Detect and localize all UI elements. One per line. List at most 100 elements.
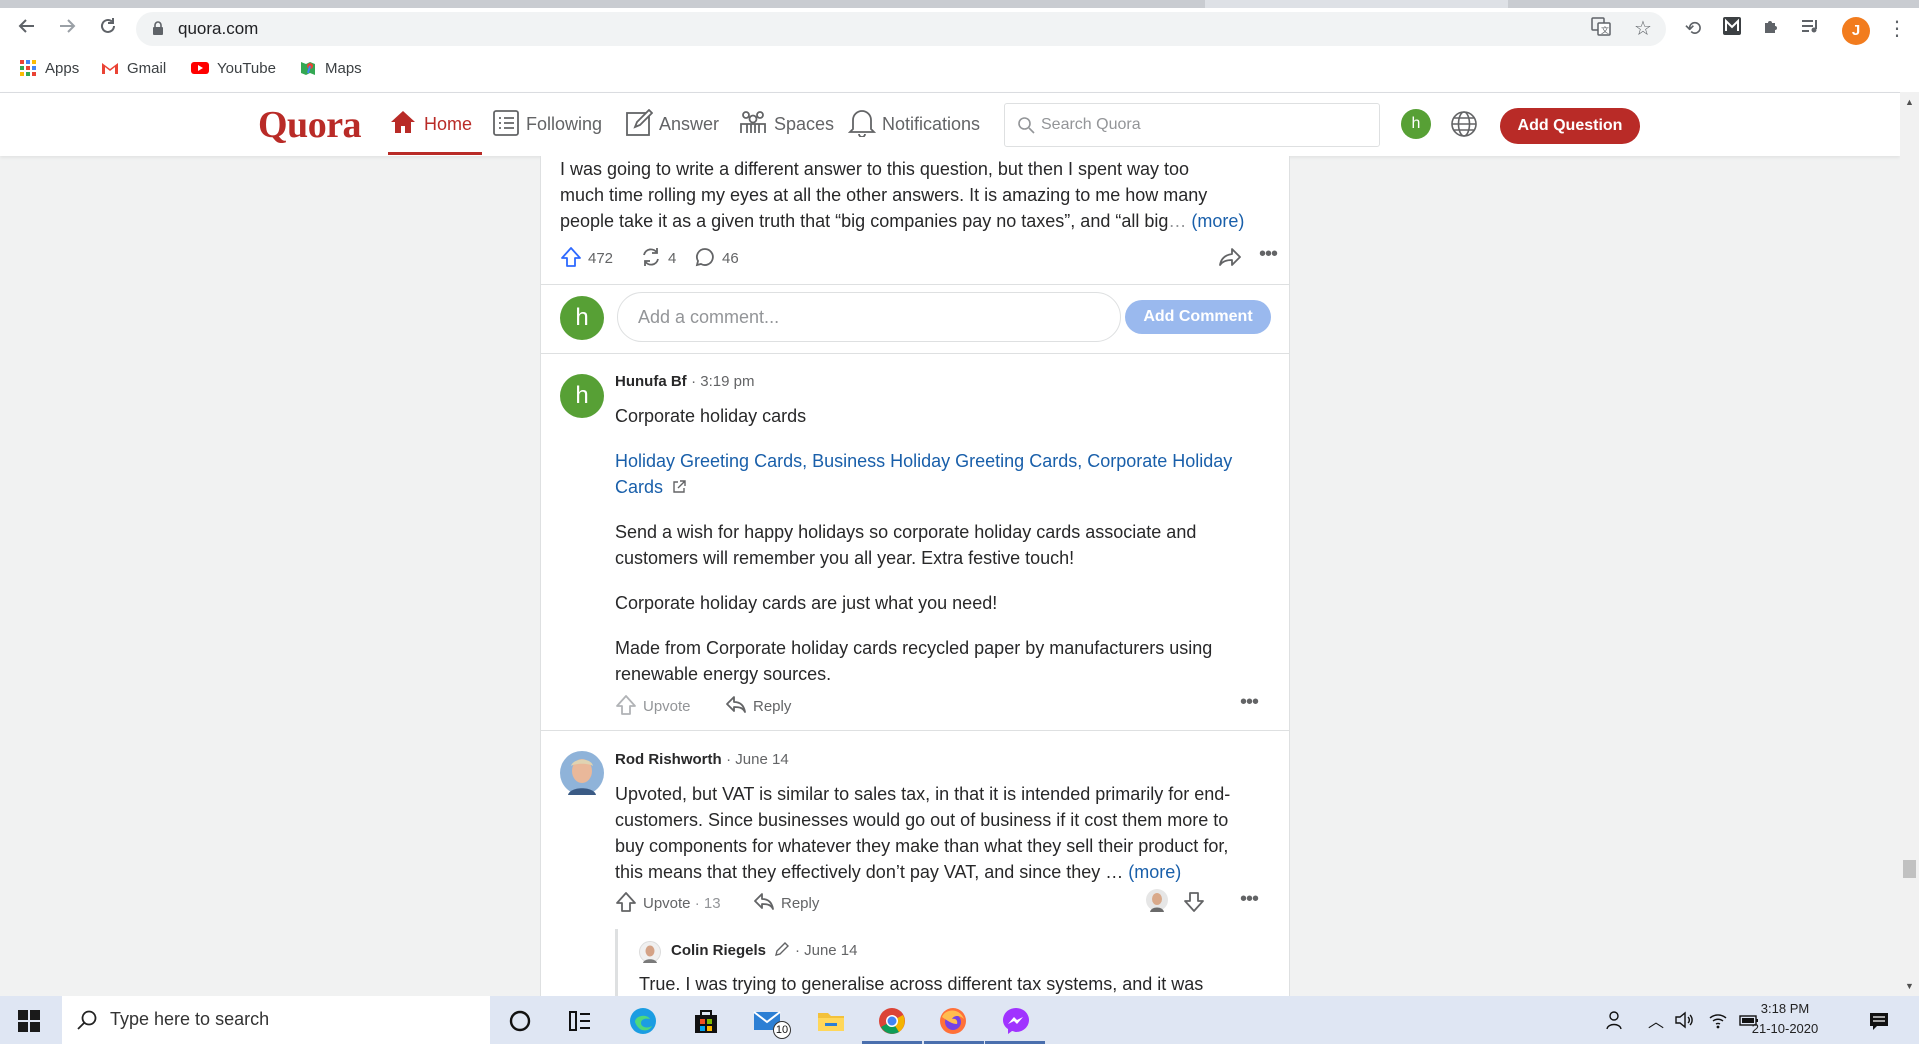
taskbar-clock[interactable]: 3:18 PM 21-10-2020 [1745,999,1825,1039]
inactive-tab-strip[interactable] [1508,0,1919,8]
comment-upvote-button[interactable]: Upvote · 13 [615,891,721,915]
comment-more-link[interactable]: (more) [1128,862,1181,882]
nav-notifications[interactable]: Notifications [847,93,980,155]
comment-input[interactable]: Add a comment... [617,292,1121,342]
history-icon[interactable]: ⟲ [1680,16,1706,42]
add-comment-button[interactable]: Add Comment [1125,300,1271,334]
comment-link[interactable]: Holiday Greeting Cards, Business Holiday… [615,448,1265,500]
nav-following[interactable]: Following [492,93,602,155]
nav-following-label: Following [526,114,603,134]
taskbar-search-input[interactable]: Type here to search [62,996,490,1044]
cortana-icon[interactable] [504,1005,536,1037]
comment-line: customers. Since businesses would go out… [615,810,1229,830]
forward-button[interactable] [52,14,82,44]
scroll-up-arrow-icon[interactable]: ▲ [1905,98,1914,107]
comment-author[interactable]: Hunufa Bf [615,373,687,390]
comment-timestamp: June 14 [735,751,789,768]
extension-m-icon[interactable] [1719,16,1745,42]
scroll-down-arrow-icon[interactable]: ▼ [1905,982,1914,991]
comments-button[interactable]: 46 [694,246,739,270]
language-globe-icon[interactable] [1449,109,1479,139]
profile-avatar[interactable]: J [1842,17,1870,45]
file-explorer-icon[interactable] [815,1005,847,1037]
mail-app-button[interactable]: 10 [751,1005,791,1039]
share-reshare-button[interactable]: 4 [640,246,676,270]
add-question-button[interactable]: Add Question [1500,108,1640,144]
upvoter-avatar[interactable] [1145,888,1169,912]
answer-card: I was going to write a different answer … [540,156,1290,996]
people-icon[interactable] [1603,1010,1623,1030]
comment-count: 46 [722,250,739,267]
comment-author[interactable]: Rod Rishworth [615,751,722,768]
comment-more-options-icon[interactable]: ••• [1237,692,1261,716]
bookmark-apps[interactable]: Apps [19,58,79,80]
nav-answer[interactable]: Answer [625,93,719,155]
downvote-arrow-icon[interactable] [1183,891,1205,913]
answer-actions: 472 4 46 ••• [560,244,1280,272]
quora-logo[interactable]: Quora [258,103,362,147]
bookmark-star-icon[interactable]: ☆ [1630,16,1656,42]
bookmark-maps[interactable]: Maps [299,58,362,80]
bookmark-gmail[interactable]: Gmail [101,58,166,80]
comment-reply-button[interactable]: Reply [725,694,791,718]
upvote-count: 472 [588,250,614,267]
messenger-icon[interactable] [1000,1005,1032,1037]
chrome-browser-icon[interactable] [876,1005,908,1037]
reply-author[interactable]: Colin Riegels [671,942,766,959]
answer-more-options-icon[interactable]: ••• [1256,244,1280,268]
answer-text[interactable]: I was going to write a different answer … [560,156,1280,234]
divider [541,730,1289,731]
comment-upvote-button[interactable]: Upvote [615,694,691,718]
action-center-icon[interactable] [1868,1010,1890,1032]
scroll-thumb[interactable] [1903,860,1916,878]
reply-author-photo[interactable] [639,941,661,963]
windows-start-icon[interactable] [18,1010,40,1032]
divider [541,284,1289,285]
comment-bubble-icon [695,248,714,267]
reply-meta: Colin Riegels · June 14 [671,942,858,959]
comment-reply-button[interactable]: Reply [753,891,819,915]
address-bar[interactable]: quora.com [136,12,1666,46]
comment-link-line-2: Cards [615,477,664,497]
reload-button[interactable] [93,14,123,44]
active-tab-strip[interactable] [0,0,1205,8]
comment-more-options-icon[interactable]: ••• [1237,889,1261,913]
bookmark-youtube[interactable]: YouTube [191,58,276,80]
bookmark-maps-label: Maps [325,60,362,77]
maps-icon [301,62,315,75]
taskbar-search-placeholder: Type here to search [110,1009,270,1029]
comment-reply-label: Reply [781,895,820,912]
edge-browser-icon[interactable] [627,1005,659,1037]
tray-overflow-chevron-icon[interactable]: ︿ [1648,1008,1664,1032]
youtube-icon [191,62,209,74]
task-view-icon[interactable] [564,1005,596,1037]
volume-icon[interactable] [1674,1010,1694,1030]
back-button[interactable] [12,14,42,44]
comment-avatar[interactable]: h [560,374,604,418]
user-avatar[interactable]: h [1401,109,1431,139]
comment-line: buy components for whatever they make th… [615,836,1229,856]
comment-box-avatar[interactable]: h [560,296,604,340]
upvote-button[interactable]: 472 [560,246,613,270]
browser-chrome: quora.com 文 ☆ ⟲ J ⋮ Apps Gmail YouTube M… [0,0,1919,92]
nav-home[interactable]: Home [388,93,483,155]
answer-line-2: much time rolling my eyes at all the oth… [560,185,1208,205]
browser-menu-icon[interactable]: ⋮ [1884,16,1910,42]
media-queue-icon[interactable] [1797,16,1823,42]
comment-author-photo[interactable] [560,751,604,795]
search-input[interactable]: Search Quora [1004,103,1380,147]
microsoft-store-icon[interactable] [690,1005,722,1037]
bookmark-youtube-label: YouTube [217,60,276,77]
extensions-puzzle-icon[interactable] [1759,16,1785,42]
answer-more-link[interactable]: (more) [1191,211,1244,231]
nav-spaces[interactable]: Spaces [738,93,834,155]
share-button[interactable] [1218,246,1248,270]
page-scrollbar[interactable]: ▲ ▼ [1900,92,1919,996]
firefox-browser-icon[interactable] [937,1005,969,1037]
comment-reply-label: Reply [753,698,792,715]
wifi-icon[interactable] [1708,1010,1728,1030]
translate-icon[interactable]: 文 [1588,16,1614,42]
apps-grid-icon [20,60,36,76]
mail-badge: 10 [773,1021,791,1039]
gmail-icon [102,63,118,74]
